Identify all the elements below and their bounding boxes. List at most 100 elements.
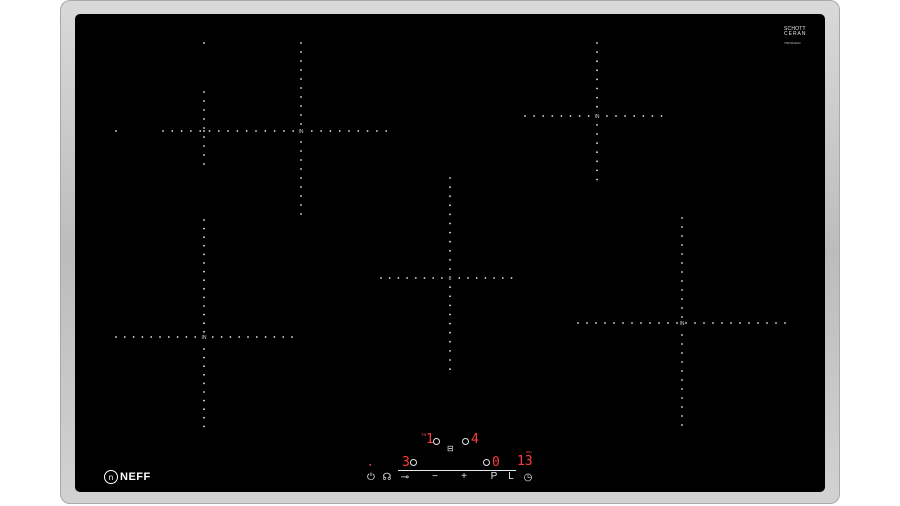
zone-dot-rear-left bbox=[376, 130, 378, 132]
zone-dot-center bbox=[449, 204, 451, 207]
zone-dot-front-right bbox=[748, 322, 750, 324]
zone-dot-rear-left bbox=[329, 130, 332, 132]
power-icon[interactable]: ⏻ bbox=[366, 473, 376, 483]
zone-dot-rear-left bbox=[366, 130, 369, 132]
zone-dot-center bbox=[423, 277, 426, 279]
logo-text: NEFF bbox=[120, 471, 151, 483]
zone-dot-front-right bbox=[730, 322, 732, 324]
zone-dot-center bbox=[449, 340, 451, 343]
zone-dot-front-left bbox=[203, 236, 205, 239]
zone-dot-front-right bbox=[681, 379, 683, 381]
minus-button[interactable]: − bbox=[430, 472, 440, 482]
zone-dot-front-right bbox=[681, 334, 683, 336]
zone-dot-rear-right bbox=[596, 96, 598, 99]
zone-dot-front-right bbox=[667, 322, 669, 324]
zone-dot-rear-right bbox=[633, 115, 636, 117]
plus-button[interactable]: + bbox=[459, 472, 469, 482]
zone-dot-rear-left bbox=[300, 114, 302, 116]
zone-dot-rear-right bbox=[596, 142, 598, 145]
display-bottom-middle: 0 bbox=[492, 455, 500, 470]
zone-dot-rear-left bbox=[227, 130, 230, 132]
zone-dot-front-right bbox=[681, 316, 683, 318]
zone-select-front-left[interactable] bbox=[410, 459, 417, 466]
zone-center-label-center: 8 bbox=[449, 276, 452, 282]
zone-dot-rear-right bbox=[596, 60, 598, 63]
zone-select-rear-left[interactable] bbox=[433, 438, 440, 445]
powerboost-button[interactable]: P bbox=[489, 472, 499, 482]
zone-dot-front-left bbox=[203, 330, 205, 333]
zone-dot-center bbox=[449, 177, 451, 179]
zone-dot-rear-left-inner bbox=[203, 109, 205, 111]
zone-dot-front-right bbox=[681, 217, 683, 219]
lock-button[interactable]: L bbox=[506, 472, 516, 482]
glass-brand-line2: CERAN bbox=[784, 31, 807, 37]
zone-dot-rear-left bbox=[320, 130, 322, 132]
zone-dot-center bbox=[467, 277, 469, 279]
zone-dot-rear-left-inner bbox=[203, 145, 205, 147]
child-lock-icon[interactable]: ☊ bbox=[382, 473, 392, 483]
zone-dot-center bbox=[449, 304, 451, 307]
zone-dot-front-left bbox=[194, 336, 197, 338]
timer-icon[interactable]: ◷ bbox=[523, 473, 533, 483]
zone-dot-rear-left bbox=[300, 141, 302, 143]
zone-dot-rear-right bbox=[596, 51, 598, 53]
zone-select-rear-right[interactable] bbox=[462, 438, 469, 445]
zone-dot-rear-right bbox=[551, 115, 554, 117]
brand-logo: n NEFF bbox=[104, 470, 151, 484]
zone-dot-rear-right bbox=[587, 115, 590, 117]
zone-dot-center bbox=[449, 231, 451, 234]
zone-dot-rear-right bbox=[596, 87, 598, 90]
zone-dot-front-left bbox=[150, 336, 153, 338]
key-icon[interactable]: ⊸ bbox=[399, 473, 411, 483]
zone-dot-front-left bbox=[203, 219, 205, 221]
zone-dot-center bbox=[449, 322, 451, 325]
zone-dot-rear-left bbox=[385, 130, 388, 132]
zone-dot-front-right bbox=[681, 415, 683, 417]
zone-dot-rear-left bbox=[208, 130, 211, 132]
zone-dot-front-right bbox=[703, 322, 705, 324]
zone-dot-front-right bbox=[681, 307, 683, 309]
zone-dot-rear-left bbox=[338, 130, 341, 132]
zone-dot-front-left bbox=[203, 287, 205, 290]
zone-dot-front-right bbox=[681, 424, 683, 426]
zone-dot-center bbox=[380, 277, 382, 279]
zone-dot-front-left bbox=[203, 305, 205, 307]
zone-dot-center bbox=[449, 368, 451, 370]
zone-dot-front-left bbox=[185, 336, 188, 338]
zone-dot-front-left bbox=[282, 336, 285, 338]
zone-dot-center bbox=[397, 277, 400, 279]
zone-center-label-front-left: IN bbox=[202, 335, 207, 341]
zone-dot-rear-right bbox=[578, 115, 581, 117]
zone-dot-rear-right bbox=[542, 115, 545, 117]
zone-dot-rear-left-inner bbox=[203, 100, 205, 102]
zone-dot-front-right bbox=[613, 322, 615, 324]
zone-dot-center bbox=[449, 249, 451, 252]
zone-dot-center bbox=[406, 277, 408, 279]
zone-dot-rear-right bbox=[596, 124, 598, 126]
zone-dot-rear-right bbox=[606, 115, 608, 117]
zone-dot-center bbox=[449, 240, 451, 243]
zone-dot-front-right bbox=[685, 322, 687, 324]
zone-dot-front-left bbox=[176, 336, 179, 338]
zone-dot-rear-left bbox=[162, 130, 164, 132]
zone-dot-front-left bbox=[247, 336, 249, 338]
zone-dot-front-right bbox=[681, 262, 683, 264]
zone-dot-front-left bbox=[141, 336, 144, 338]
zone-dot-rear-left bbox=[245, 130, 248, 132]
zone-dot-rear-left bbox=[300, 177, 302, 179]
pot-icon[interactable]: ⊟ bbox=[447, 444, 454, 453]
zone-select-front-right[interactable] bbox=[483, 459, 490, 466]
zone-dot-front-left bbox=[203, 425, 205, 428]
zone-dot-front-left bbox=[203, 348, 205, 350]
zone-dot-rear-left bbox=[300, 96, 302, 98]
zone-dot-front-left bbox=[203, 408, 205, 411]
zone-dot-front-left bbox=[203, 227, 205, 230]
zone-dot-rear-left bbox=[283, 130, 285, 132]
display-top-right: 4 bbox=[471, 432, 479, 447]
zone-dot-front-right bbox=[721, 322, 723, 324]
zone-dot-center bbox=[475, 277, 478, 279]
zone-dot-front-left bbox=[203, 399, 205, 402]
control-slider-line[interactable] bbox=[398, 470, 516, 471]
zone-dot-front-right bbox=[586, 322, 588, 324]
zone-dot-front-right bbox=[622, 322, 624, 324]
